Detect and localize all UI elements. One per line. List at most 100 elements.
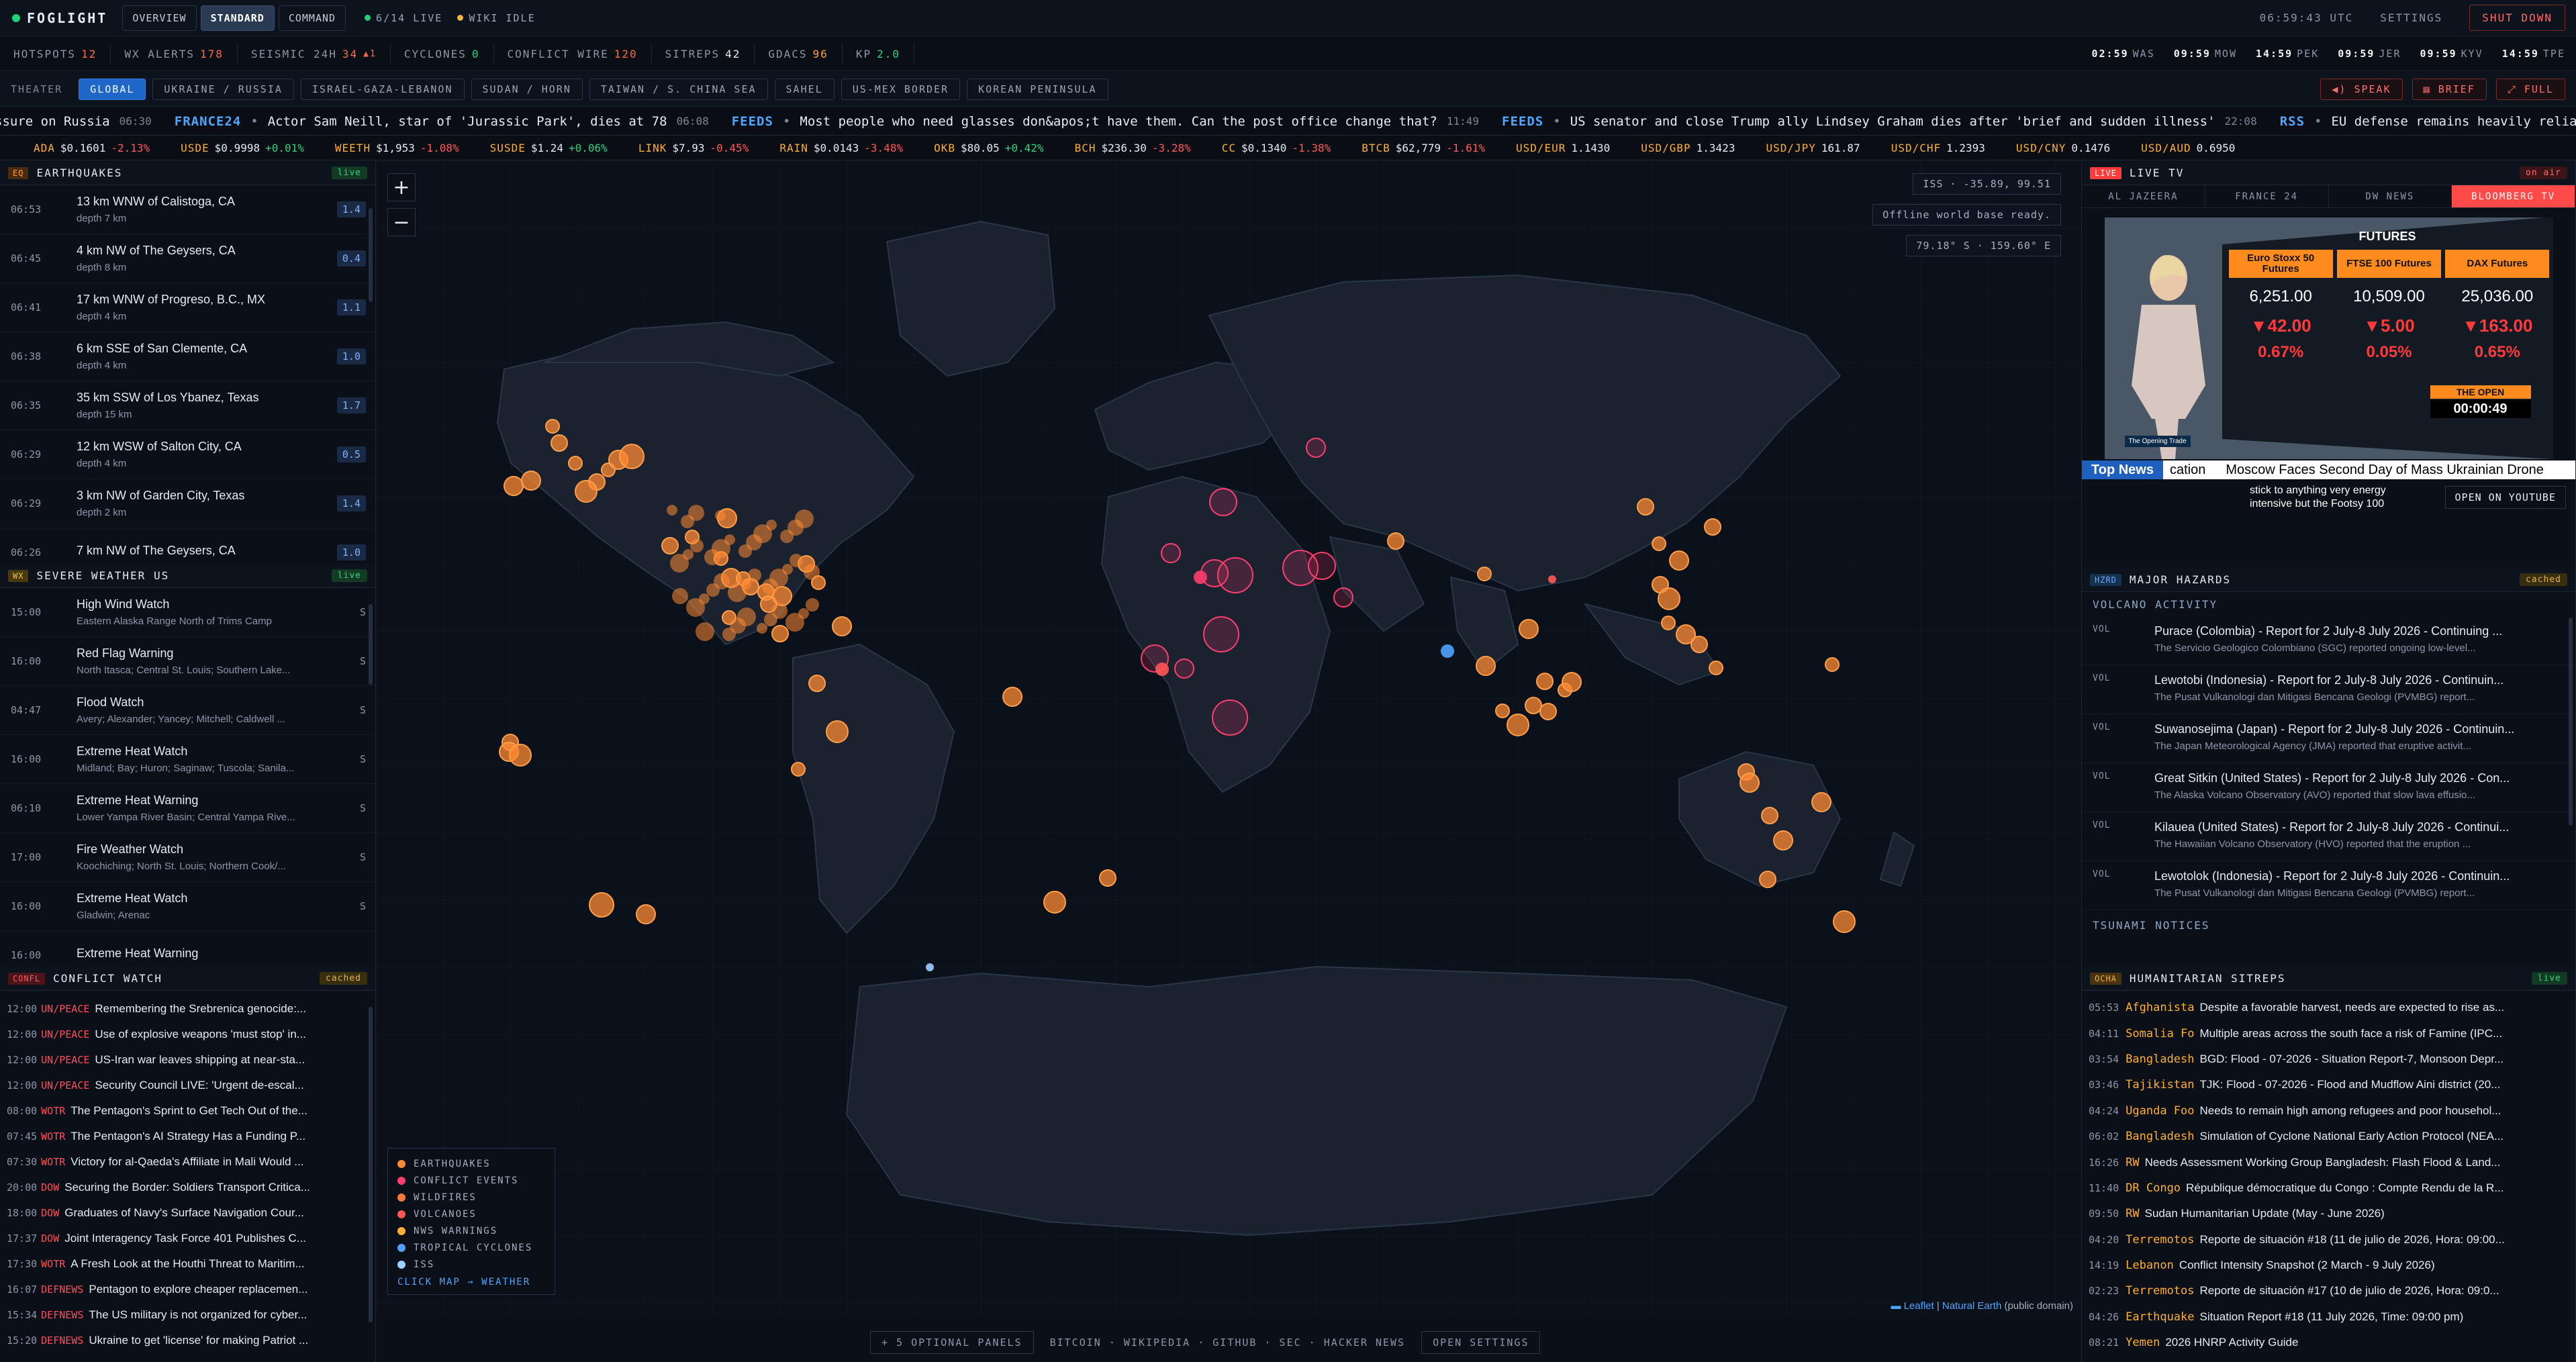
ticker-item[interactable]: SUSDE $1.24 +0.06%: [490, 142, 608, 154]
sitrep-row[interactable]: 03:54 Bangladesh BGD: Flood - 07-2026 - Si…: [2082, 1047, 2575, 1072]
news-item[interactable]: FRANCE24 • Actor Sam Neill, star of 'Juras…: [175, 114, 709, 129]
conflict-marker[interactable]: [1333, 587, 1353, 607]
conflict-marker[interactable]: [1194, 571, 1207, 584]
conflict-row[interactable]: 07:45 WOTR The Pentagon's AI Strategy Has …: [0, 1124, 375, 1149]
conflict-row[interactable]: 20:00 DOW Securing the Border: Soldiers Tr…: [0, 1175, 375, 1200]
earthquake-marker[interactable]: [704, 549, 720, 565]
sitrep-row[interactable]: 08:21 Yemen 2026 HNRP Activity Guide: [2082, 1330, 2575, 1355]
cyclone-marker[interactable]: [1441, 644, 1454, 658]
earthquake-marker[interactable]: [690, 539, 704, 552]
earthquake-marker[interactable]: [1704, 518, 1721, 536]
speak-button[interactable]: ◀) SPEAK: [2320, 78, 2403, 100]
theater-chip[interactable]: US-MEX BORDER: [841, 78, 961, 100]
earthquake-marker[interactable]: [808, 675, 826, 692]
conflict-marker[interactable]: [1308, 552, 1336, 580]
earthquake-marker[interactable]: [1690, 636, 1708, 653]
earthquake-marker[interactable]: [791, 762, 806, 777]
earthquake-row[interactable]: 06:29 12 km WSW of Salton City, CA depth 4…: [0, 430, 375, 479]
ticker-item[interactable]: ADA $0.1601 -2.13%: [34, 142, 150, 154]
earthquake-marker[interactable]: [504, 476, 524, 496]
hazard-row[interactable]: VOL Kilauea (United States) - Report for …: [2082, 812, 2575, 861]
conflict-row[interactable]: 12:00 UN/PEACE Security Council LIVE: 'Urg…: [0, 1073, 375, 1098]
sitrep-row[interactable]: 09:50 RW Sudan Humanitarian Update (May - …: [2082, 1201, 2575, 1226]
mode-command-button[interactable]: COMMAND: [278, 5, 346, 31]
world-map[interactable]: + − ISS · -35.89, 99.51 Offline world ba…: [377, 161, 2080, 1316]
earthquake-marker[interactable]: [681, 515, 694, 528]
earthquake-marker[interactable]: [764, 613, 777, 626]
optional-panel-links[interactable]: BITCOIN · WIKIPEDIA · GITHUB · SEC · HAC…: [1050, 1336, 1405, 1349]
leaflet-link[interactable]: Leaflet: [1904, 1300, 1934, 1312]
theater-chip[interactable]: SAHEL: [774, 78, 834, 100]
earthquake-marker[interactable]: [1658, 587, 1680, 610]
ticker-item[interactable]: RAIN $0.0143 -3.48%: [779, 142, 903, 154]
weather-alert-row[interactable]: 04:47 Flood Watch Avery; Alexander; Yancey…: [0, 686, 375, 735]
sitrep-row[interactable]: 04:20 Terremotos Reporte de situación #18 …: [2082, 1227, 2575, 1253]
tv-channel-tab[interactable]: BLOOMBERG TV: [2452, 185, 2575, 207]
earthquake-row[interactable]: 06:38 6 km SSE of San Clemente, CA depth 4…: [0, 332, 375, 381]
map-canvas[interactable]: [377, 161, 2080, 1316]
earthquake-marker[interactable]: [1562, 672, 1582, 692]
mode-overview-button[interactable]: OVERVIEW: [122, 5, 197, 31]
news-item[interactable]: ssure on Russia 06:30: [0, 114, 152, 129]
ticker-item[interactable]: USD/CHF 1.2393: [1891, 142, 1985, 154]
earthquake-marker[interactable]: [785, 613, 804, 632]
metric-2[interactable]: SEISMIC 24H 34 ▲1: [238, 44, 391, 64]
ticker-item[interactable]: BCH $236.30 -3.28%: [1075, 142, 1191, 154]
sitrep-row[interactable]: 02:23 Terremotos Reporte de situación #17 …: [2082, 1278, 2575, 1304]
conflict-row[interactable]: 12:00 UN/PEACE Remembering the Srebrenica …: [0, 996, 375, 1022]
metric-5[interactable]: SITREPS 42: [652, 44, 755, 64]
sitrep-row[interactable]: 05:53 Afghanista Despite a favorable harve…: [2082, 995, 2575, 1020]
ticker-item[interactable]: USD/AUD 0.6950: [2141, 142, 2235, 154]
iss-marker[interactable]: [926, 963, 934, 971]
conflict-row[interactable]: 18:00 DOW Graduates of Navy's Surface Navi…: [0, 1200, 375, 1226]
earthquake-marker[interactable]: [790, 554, 803, 567]
weather-alert-row[interactable]: 16:00 Extreme Heat Watch Midland; Bay; Hur…: [0, 735, 375, 784]
news-item[interactable]: FEEDS • Most people who need glasses don&a…: [732, 114, 1479, 129]
theater-chip[interactable]: SUDAN / HORN: [471, 78, 583, 100]
legend-item[interactable]: TROPICAL CYCLONES: [397, 1239, 545, 1256]
hazard-row[interactable]: VOL Lewotobi (Indonesia) - Report for 2 J…: [2082, 665, 2575, 714]
earthquake-marker[interactable]: [1759, 871, 1776, 888]
ticker-item[interactable]: WEETH $1,953 -1.08%: [335, 142, 459, 154]
earthquake-marker[interactable]: [780, 530, 794, 543]
earthquake-marker[interactable]: [521, 471, 541, 491]
legend-item[interactable]: NWS WARNINGS: [397, 1222, 545, 1239]
weather-alert-row[interactable]: 06:10 Extreme Heat Warning Lower Yampa Riv…: [0, 784, 375, 833]
news-item[interactable]: FEEDS • US senator and close Trump ally Li…: [1502, 114, 2257, 129]
earthquake-marker[interactable]: [1525, 697, 1542, 714]
earthquake-marker[interactable]: [706, 583, 720, 597]
open-settings-button[interactable]: OPEN SETTINGS: [1421, 1331, 1541, 1354]
hazard-row[interactable]: VOL Purace (Colombia) - Report for 2 July…: [2082, 616, 2575, 665]
earthquake-marker[interactable]: [672, 588, 688, 604]
natural-earth-link[interactable]: Natural Earth: [1942, 1300, 2001, 1312]
metric-4[interactable]: CONFLICT WIRE 120: [494, 44, 652, 64]
full-button[interactable]: ⤢ FULL: [2495, 78, 2565, 100]
conflict-row[interactable]: 12:00 UN/PEACE US-Iran war leaves shipping…: [0, 1047, 375, 1073]
conflict-marker[interactable]: [1174, 659, 1194, 679]
sitrep-row[interactable]: 04:26 Earthquake Situation Report #18 (11 …: [2082, 1304, 2575, 1330]
metric-6[interactable]: GDACS 96: [755, 44, 843, 64]
earthquake-marker[interactable]: [1773, 830, 1793, 850]
weather-alert-row[interactable]: 17:00 Fire Weather Watch Koochiching; Nort…: [0, 833, 375, 882]
volcano-marker[interactable]: [1548, 575, 1556, 583]
sitrep-row[interactable]: 14:19 Lebanon Conflict Intensity Snapshot …: [2082, 1253, 2575, 1278]
earthquake-marker[interactable]: [545, 419, 560, 434]
tv-channel-tab[interactable]: FRANCE 24: [2205, 185, 2329, 207]
metric-3[interactable]: CYCLONES 0: [391, 44, 494, 64]
ticker-item[interactable]: CC $0.1340 -1.38%: [1222, 142, 1331, 154]
earthquake-marker[interactable]: [1539, 703, 1557, 720]
zoom-out-button[interactable]: −: [387, 208, 416, 236]
weather-alert-row[interactable]: 16:00 Extreme Heat Watch Gladwin; Arenac S: [0, 882, 375, 931]
legend-item[interactable]: WILDFIRES: [397, 1189, 545, 1206]
earthquake-marker[interactable]: [1536, 673, 1554, 690]
earthquake-row[interactable]: 06:41 17 km WNW of Progreso, B.C., MX dept…: [0, 283, 375, 332]
earthquake-row[interactable]: 06:53 13 km WNW of Calistoga, CA depth 7 k…: [0, 185, 375, 234]
earthquake-marker[interactable]: [1661, 616, 1676, 630]
earthquake-marker[interactable]: [661, 537, 679, 554]
earthquake-marker[interactable]: [667, 505, 677, 516]
theater-chip[interactable]: UKRAINE / RUSSIA: [152, 78, 294, 100]
settings-button[interactable]: SETTINGS: [2380, 11, 2442, 24]
conflict-row[interactable]: 08:00 WOTR The Pentagon's Sprint to Get Te…: [0, 1098, 375, 1124]
earthquake-marker[interactable]: [1739, 773, 1760, 793]
ticker-item[interactable]: USD/JPY 161.87: [1766, 142, 1860, 154]
